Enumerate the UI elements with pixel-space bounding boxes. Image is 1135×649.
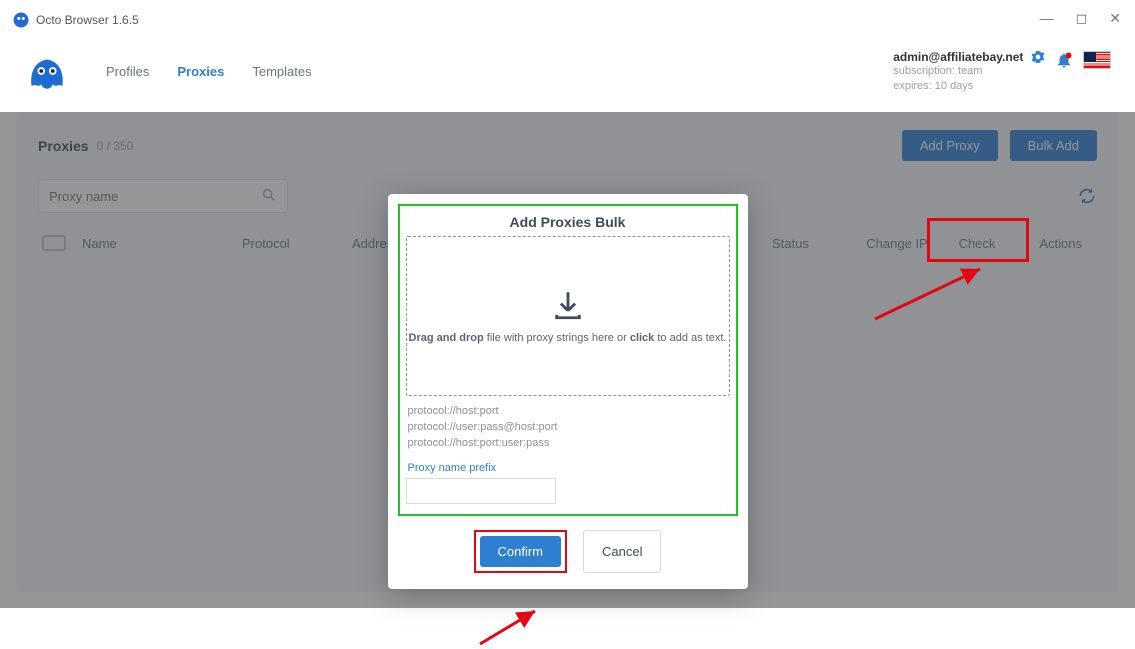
window-close-icon[interactable]: ✕	[1109, 10, 1121, 27]
account-email: admin@affiliatebay.net	[893, 50, 1023, 64]
account-subscription: subscription: team	[893, 64, 1045, 78]
bell-icon[interactable]	[1055, 51, 1073, 69]
cancel-button[interactable]: Cancel	[583, 530, 661, 573]
modal-title: Add Proxies Bulk	[406, 214, 730, 230]
nav-proxies[interactable]: Proxies	[177, 64, 224, 79]
dropzone-text: Drag and drop file with proxy strings he…	[409, 332, 727, 344]
prefix-label: Proxy name prefix	[408, 462, 728, 474]
download-icon	[551, 288, 585, 322]
nav-templates[interactable]: Templates	[252, 64, 311, 79]
drop-end: to add as text.	[654, 332, 726, 344]
account-expires: expires: 10 days	[893, 79, 1045, 93]
window-title: Octo Browser 1.6.5	[36, 13, 139, 27]
nav-profiles[interactable]: Profiles	[106, 64, 149, 79]
confirm-highlight-box: Confirm	[474, 530, 568, 573]
modal-highlight-box: Add Proxies Bulk Drag and drop file with…	[398, 204, 738, 516]
dropzone[interactable]: Drag and drop file with proxy strings he…	[406, 236, 730, 396]
example-3: protocol://host:port:user:pass	[408, 436, 728, 452]
window-minimize-icon[interactable]: —	[1040, 10, 1054, 27]
example-1: protocol://host:port	[408, 404, 728, 420]
drop-strong-1: Drag and drop	[409, 332, 484, 344]
flag-us-icon[interactable]	[1083, 51, 1111, 69]
prefix-input[interactable]	[406, 478, 556, 504]
drop-strong-2: click	[630, 332, 654, 344]
window-maximize-icon[interactable]: ◻	[1076, 10, 1088, 27]
annotation-arrow-2	[480, 606, 550, 646]
account-block: admin@affiliatebay.net subscription: tea…	[893, 49, 1111, 93]
bulk-add-modal: Add Proxies Bulk Drag and drop file with…	[388, 194, 748, 589]
window-logo-icon	[12, 11, 30, 29]
gear-icon[interactable]	[1031, 50, 1045, 64]
drop-mid: file with proxy strings here or	[484, 332, 630, 344]
confirm-button[interactable]: Confirm	[480, 536, 562, 567]
brand-logo-icon	[24, 48, 70, 94]
example-2: protocol://user:pass@host:port	[408, 420, 728, 436]
main-nav: Profiles Proxies Templates	[106, 64, 312, 79]
